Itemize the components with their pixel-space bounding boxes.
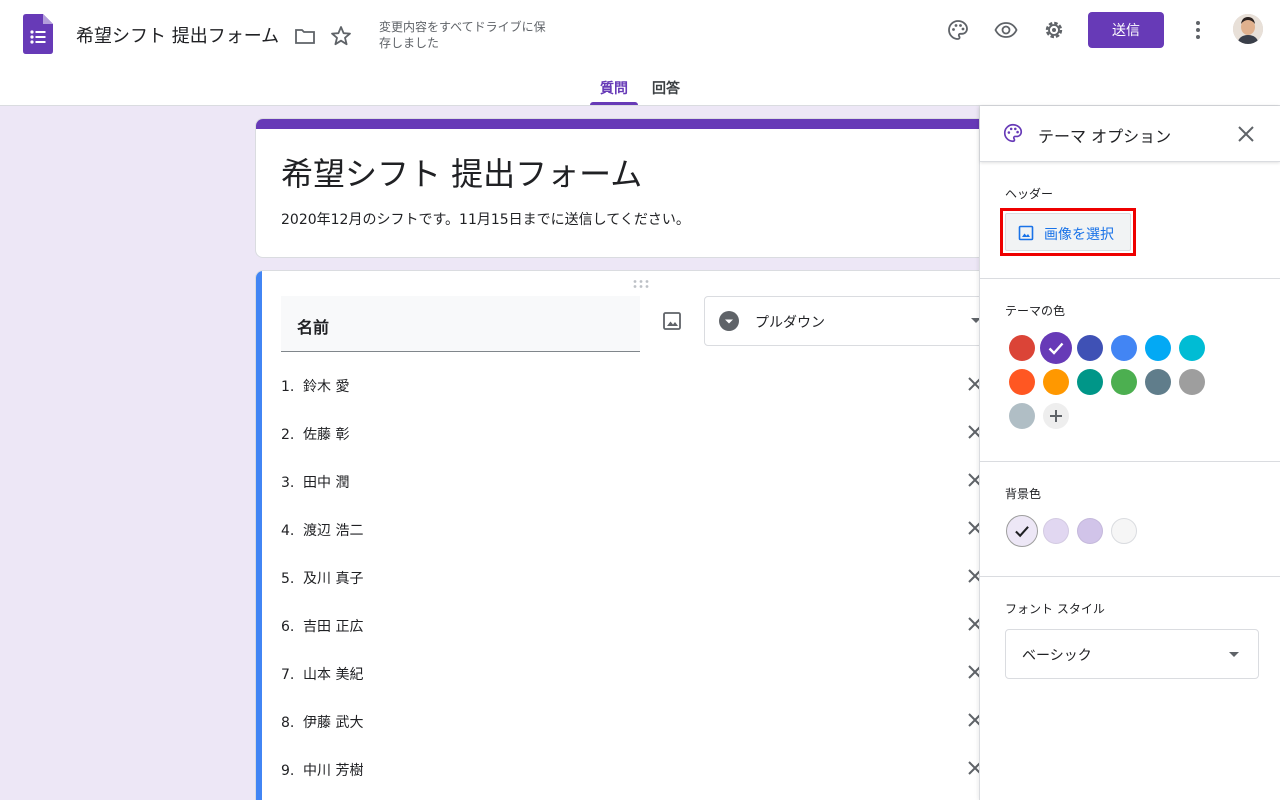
divider (980, 461, 1280, 462)
option-label[interactable]: 鈴木 愛 (303, 379, 349, 395)
option-label[interactable]: 田中 潤 (303, 475, 349, 491)
document-title[interactable]: 希望シフト 提出フォーム (76, 22, 279, 48)
star-icon[interactable] (329, 24, 353, 48)
option-item[interactable]: 3. 田中 潤 (281, 472, 349, 496)
palette-icon[interactable] (946, 18, 970, 42)
option-label[interactable]: 吉田 正広 (303, 619, 363, 635)
tab-answers[interactable]: 回答 (652, 78, 680, 98)
preview-icon[interactable] (994, 18, 1018, 42)
theme-color-swatch[interactable] (1179, 335, 1205, 361)
form-title[interactable]: 希望シフト 提出フォーム (281, 149, 642, 195)
close-icon[interactable] (1236, 124, 1256, 144)
theme-color-swatch[interactable] (1077, 369, 1103, 395)
option-label[interactable]: 渡辺 浩二 (303, 523, 363, 539)
option-label[interactable]: 中川 芳樹 (303, 763, 363, 779)
question-title-field[interactable]: 名前 (281, 296, 640, 352)
image-icon (1018, 225, 1034, 241)
form-tabs: 質問 回答 (0, 72, 1280, 106)
header-section-label: ヘッダー (1005, 187, 1054, 201)
theme-color-swatch[interactable] (1040, 332, 1072, 364)
theme-color-swatch[interactable] (1111, 335, 1137, 361)
question-title: 名前 (297, 318, 330, 337)
option-item[interactable]: 9. 中川 芳樹 (281, 760, 363, 784)
check-icon (1015, 526, 1029, 538)
theme-color-swatch[interactable] (1009, 335, 1035, 361)
option-label[interactable]: 伊藤 武大 (303, 715, 363, 731)
theme-color-swatch[interactable] (1077, 335, 1103, 361)
select-image-label: 画像を選択 (1044, 227, 1114, 243)
background-color-swatch[interactable] (1077, 518, 1103, 544)
settings-icon[interactable] (1042, 18, 1066, 42)
theme-color-swatch[interactable] (1009, 369, 1035, 395)
folder-icon[interactable] (293, 24, 317, 48)
question-card[interactable]: 名前 プルダウン 1. 鈴木 愛 2. 佐藤 彰 3. 田中 潤 4. 渡辺 浩二 5.… (255, 270, 995, 800)
active-tab-indicator (590, 102, 638, 105)
theme-color-swatch[interactable] (1111, 369, 1137, 395)
more-icon[interactable] (1186, 18, 1210, 42)
background-color-swatch[interactable] (1043, 518, 1069, 544)
check-icon (1048, 342, 1064, 355)
active-question-indicator (256, 271, 262, 800)
send-button[interactable]: 送信 (1088, 12, 1164, 48)
palette-icon (1003, 123, 1023, 143)
drag-handle-icon[interactable] (632, 279, 650, 289)
option-label[interactable]: 佐藤 彰 (303, 427, 349, 443)
theme-options-panel: テーマ オプション ヘッダー 画像を選択 テーマの色 背景色 フォント スタイル… (979, 106, 1280, 800)
option-item[interactable]: 4. 渡辺 浩二 (281, 520, 363, 544)
panel-header: テーマ オプション (980, 106, 1280, 162)
top-bar: 希望シフト 提出フォーム 変更内容をすべてドライブに保存しました 送信 質問 回… (0, 0, 1280, 106)
add-image-icon[interactable] (661, 310, 683, 332)
tab-questions[interactable]: 質問 (600, 78, 628, 98)
dropdown-type-icon (719, 311, 739, 331)
option-item[interactable]: 2. 佐藤 彰 (281, 424, 349, 448)
select-image-button[interactable]: 画像を選択 (1005, 213, 1131, 251)
theme-color-swatch[interactable] (1043, 369, 1069, 395)
option-item[interactable]: 5. 及川 真子 (281, 568, 363, 592)
option-item[interactable]: 8. 伊藤 武大 (281, 712, 363, 736)
saved-status: 変更内容をすべてドライブに保存しました (379, 20, 546, 50)
theme-color-swatch[interactable] (1009, 403, 1035, 429)
option-item[interactable]: 6. 吉田 正広 (281, 616, 363, 640)
font-style-label: フォント スタイル (1005, 602, 1105, 616)
avatar[interactable] (1233, 14, 1263, 44)
question-type-select[interactable]: プルダウン (704, 296, 994, 346)
form-title-card[interactable]: 希望シフト 提出フォーム 2020年12月のシフトです。11月15日までに送信し… (255, 118, 995, 258)
font-style-select[interactable]: ベーシック (1005, 629, 1259, 679)
divider (980, 576, 1280, 577)
font-style-value: ベーシック (1022, 648, 1092, 664)
background-color-swatch[interactable] (1006, 515, 1038, 547)
add-custom-color-icon[interactable] (1043, 403, 1069, 429)
background-color-label: 背景色 (1005, 487, 1042, 501)
option-label[interactable]: 山本 美紀 (303, 667, 363, 683)
question-type-label: プルダウン (755, 315, 825, 331)
option-item[interactable]: 7. 山本 美紀 (281, 664, 363, 688)
caret-down-icon (1229, 652, 1239, 657)
theme-color-swatch[interactable] (1145, 369, 1171, 395)
panel-title: テーマ オプション (1038, 127, 1172, 146)
divider (980, 278, 1280, 279)
option-item[interactable]: 1. 鈴木 愛 (281, 376, 349, 400)
theme-color-label: テーマの色 (1005, 304, 1066, 318)
theme-color-swatch[interactable] (1145, 335, 1171, 361)
theme-color-bar (256, 119, 994, 129)
form-description[interactable]: 2020年12月のシフトです。11月15日までに送信してください。 (281, 209, 690, 229)
theme-color-swatch[interactable] (1179, 369, 1205, 395)
background-color-swatch[interactable] (1111, 518, 1137, 544)
option-label[interactable]: 及川 真子 (303, 571, 363, 587)
forms-app-icon[interactable] (23, 14, 53, 54)
